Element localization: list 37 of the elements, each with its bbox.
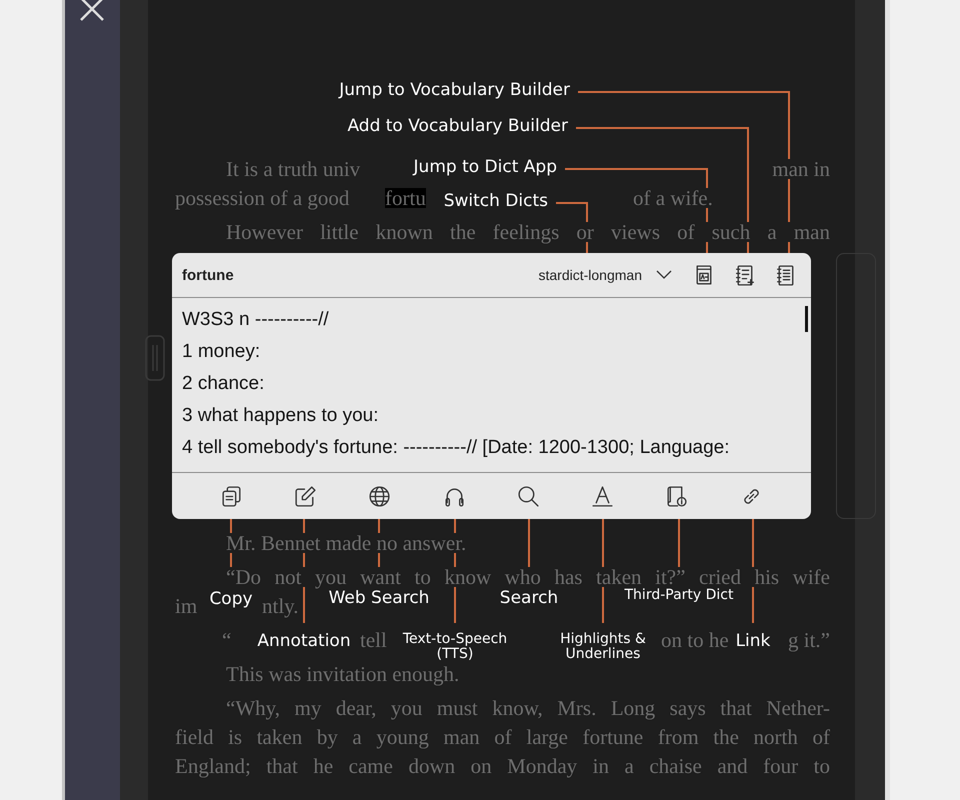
callout-label: Jump to Vocabulary Builder — [339, 80, 570, 100]
headword: fortune — [182, 266, 235, 284]
callout-label: Jump to Dict App — [414, 157, 557, 177]
definition-line: W3S3 n ----------// — [182, 308, 330, 332]
callout-label: Link — [736, 631, 770, 651]
text-fragment: im — [175, 596, 198, 616]
callout-label: Text-to-Speech (TTS) — [402, 632, 508, 662]
callout-label: Search — [500, 588, 558, 608]
edit-icon[interactable] — [292, 484, 318, 508]
callout-label: Annotation — [257, 631, 351, 651]
callout-label: Web Search — [328, 588, 430, 608]
callout-label: Add to Vocabulary Builder — [347, 116, 568, 136]
scrollbar — [805, 306, 808, 332]
globe-icon[interactable] — [367, 484, 392, 508]
callout-label: Copy — [209, 589, 253, 609]
callout-label: Highlights & Underlines — [559, 632, 647, 662]
search-icon[interactable] — [516, 484, 541, 508]
selected-word: fortu — [385, 188, 426, 208]
text-fragment: It is a truth univ — [226, 159, 360, 179]
text-fragment: on to he — [661, 630, 729, 650]
text-fragment: g it.” — [788, 630, 830, 650]
callout-label: Switch Dicts — [444, 191, 548, 211]
grip-handle-icon[interactable] — [145, 335, 165, 381]
chevron-down-icon[interactable] — [656, 270, 672, 280]
definition-line: 2 chance: — [182, 372, 266, 396]
text-fragment: possession of a good — [175, 188, 350, 208]
callout-label: Third-Party Dict — [624, 588, 734, 603]
close-icon[interactable] — [79, 0, 105, 22]
letter-underline-icon[interactable] — [590, 484, 616, 508]
text-fragment: man in — [772, 159, 830, 179]
definition-line: 3 what happens to you: — [182, 404, 380, 428]
text-fragment: tell — [360, 630, 387, 650]
definition-line: 1 money: — [182, 340, 262, 364]
definition-line: 4 tell somebody's fortune: ----------// [Date: 1200-1300; Language: — [182, 436, 731, 460]
dictionary-selector[interactable]: stardict-longman — [538, 267, 642, 283]
text-fragment: ntly. — [262, 596, 299, 616]
text-fragment: of a wife. — [633, 188, 713, 208]
